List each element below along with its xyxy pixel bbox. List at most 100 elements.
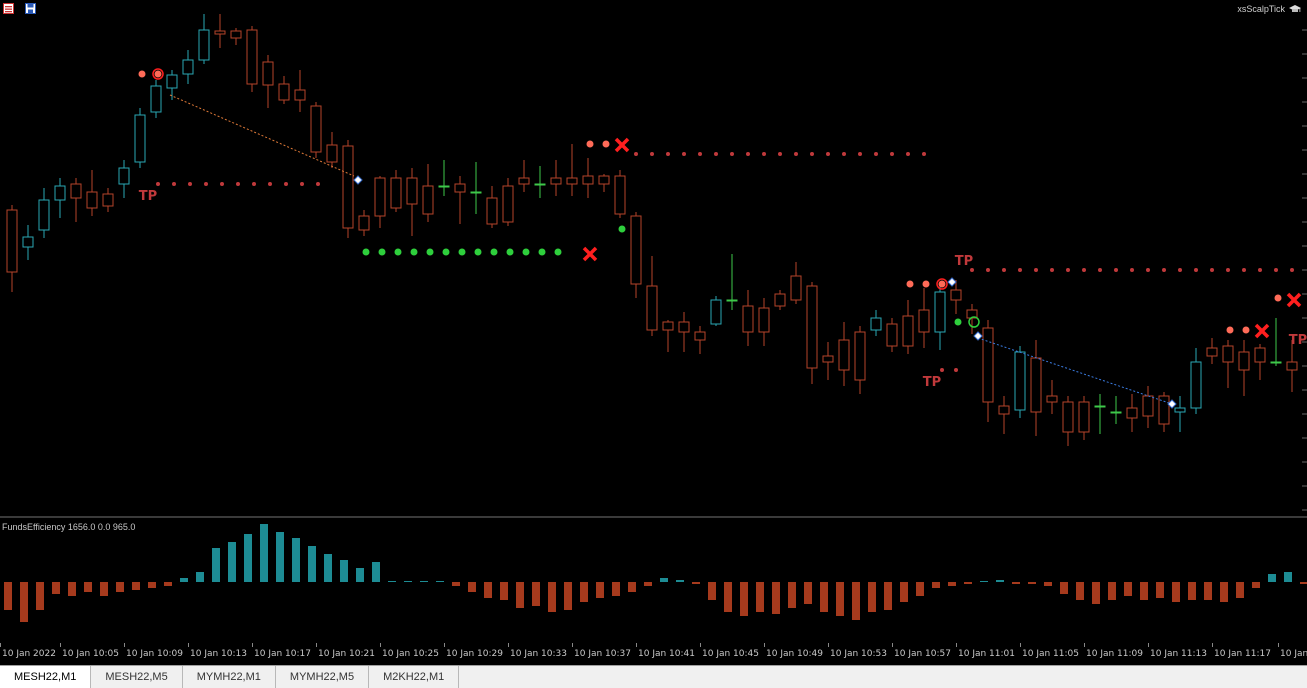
trade-marker-icon: [947, 277, 957, 287]
stop-level-dot: [378, 248, 386, 256]
tp-level-dot: [1146, 268, 1150, 272]
candle-body: [214, 30, 226, 35]
symbol-tab[interactable]: M2KH22,M1: [369, 666, 460, 688]
tp-level-dot: [1130, 268, 1134, 272]
candle-body: [166, 74, 178, 89]
histogram-bar: [916, 582, 924, 596]
histogram-bar: [484, 582, 492, 598]
symbol-tab[interactable]: MESH22,M5: [91, 666, 183, 688]
entry-dot: [1226, 326, 1234, 334]
candle-body: [678, 321, 690, 333]
candle-body: [598, 175, 610, 185]
tp-level-dot: [1242, 268, 1246, 272]
candle-body: [742, 305, 754, 333]
candle-body: [470, 191, 482, 194]
tp-level-dot: [826, 152, 830, 156]
tp-level-dot: [1258, 268, 1262, 272]
tp-level-dot: [746, 152, 750, 156]
save-icon[interactable]: [25, 3, 36, 14]
candle-body: [1254, 347, 1266, 363]
candle-body: [374, 177, 386, 217]
price-chart[interactable]: TP TP TP TP: [0, 0, 1307, 516]
time-tick: [316, 643, 317, 647]
candle-body: [102, 193, 114, 207]
candle-body: [758, 307, 770, 333]
candle-body: [1078, 401, 1090, 433]
symbol-tab[interactable]: MYMH22,M1: [183, 666, 276, 688]
time-tick-label: 10 Jan 11:01: [958, 649, 1015, 659]
time-tick: [700, 643, 701, 647]
symbol-tab[interactable]: MESH22,M1: [0, 666, 92, 688]
histogram-bar: [868, 582, 876, 612]
tp-level-dot: [1162, 268, 1166, 272]
time-tick-label: 10 Jan 10:53: [830, 649, 887, 659]
tp-level-dot: [268, 182, 272, 186]
candle-body: [566, 177, 578, 185]
symbol-tab-bar: MESH22,M1 MESH22,M5 MYMH22,M1 MYMH22,M5 M2KH…: [0, 665, 1307, 688]
indicator-panel[interactable]: [0, 518, 1307, 643]
histogram-bar: [356, 568, 364, 582]
tp-level-dot: [1178, 268, 1182, 272]
histogram-bar: [740, 582, 748, 616]
time-tick: [764, 643, 765, 647]
tp-level-dot: [698, 152, 702, 156]
histogram-bar: [628, 582, 636, 592]
candle-body: [454, 183, 466, 193]
histogram-bar: [788, 582, 796, 608]
candle-body: [1206, 347, 1218, 357]
candle-body: [38, 199, 50, 231]
histogram-bar: [1012, 582, 1020, 584]
histogram-bar: [564, 582, 572, 610]
histogram-bar: [580, 582, 588, 602]
time-tick-label: 10 Jan 11:09: [1086, 649, 1143, 659]
time-tick-label: 10 Jan 2022: [2, 649, 56, 659]
symbol-tab[interactable]: MYMH22,M5: [276, 666, 370, 688]
tp-level-dot: [858, 152, 862, 156]
chart-list-icon[interactable]: [3, 3, 14, 14]
candle-body: [310, 105, 322, 153]
histogram-bar: [1060, 582, 1068, 594]
entry-dot: [602, 140, 610, 148]
histogram-bar: [516, 582, 524, 608]
histogram-bar: [948, 582, 956, 586]
entry-dot: [154, 70, 162, 78]
histogram-bar: [852, 582, 860, 620]
tp-level-dot: [156, 182, 160, 186]
histogram-bar: [612, 582, 620, 596]
tp-level-dot: [762, 152, 766, 156]
histogram-bar: [164, 582, 172, 586]
entry-dot: [938, 280, 946, 288]
tp-level-dot: [1034, 268, 1038, 272]
time-tick: [0, 643, 1, 647]
histogram-bar: [148, 582, 156, 588]
entry-dot: [954, 318, 962, 326]
time-tick: [444, 643, 445, 647]
stop-level-dot: [474, 248, 482, 256]
candle-body: [518, 177, 530, 185]
trade-line: [169, 94, 355, 177]
tp-level-dot: [1050, 268, 1054, 272]
candle-body: [982, 327, 994, 403]
histogram-bar: [676, 580, 684, 582]
entry-dot: [922, 280, 930, 288]
histogram-bar: [1076, 582, 1084, 600]
candle-body: [1222, 345, 1234, 363]
indicator-histogram: [4, 524, 1307, 622]
histogram-bar: [36, 582, 44, 610]
time-tick: [1212, 643, 1213, 647]
stop-level-dot: [362, 248, 370, 256]
stop-level-dot: [490, 248, 498, 256]
candle-body: [550, 177, 562, 185]
price-chart-canvas[interactable]: TP TP TP TP: [0, 0, 1307, 516]
histogram-bar: [724, 582, 732, 612]
tp-level-dot: [1018, 268, 1022, 272]
stop-level-dot: [426, 248, 434, 256]
candle-body: [614, 175, 626, 215]
time-tick: [892, 643, 893, 647]
histogram-bar: [532, 582, 540, 606]
time-tick: [828, 643, 829, 647]
candle-body: [1062, 401, 1074, 433]
histogram-bar: [1108, 582, 1116, 600]
histogram-bar: [436, 581, 444, 582]
candle-body: [70, 183, 82, 199]
